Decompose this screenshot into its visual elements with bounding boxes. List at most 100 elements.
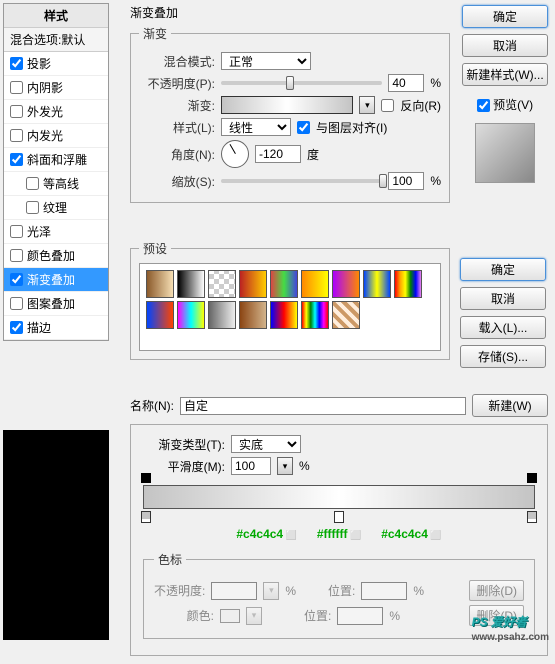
preset-swatch[interactable] xyxy=(146,270,174,298)
preset-swatch[interactable] xyxy=(239,270,267,298)
stop-opacity-input[interactable] xyxy=(211,582,257,600)
stop-color-swatch[interactable] xyxy=(220,609,240,623)
sidebar-item-label: 内发光 xyxy=(27,127,63,144)
preset-swatch[interactable] xyxy=(239,301,267,329)
smoothness-label: 平滑度(M): xyxy=(139,458,225,475)
color-stop[interactable] xyxy=(527,511,537,523)
gradient-fieldset: 渐变 混合模式: 正常 不透明度(P): % 渐变: 反向(R) 样式(L): … xyxy=(130,25,450,203)
new-button[interactable]: 新建(W) xyxy=(472,394,548,417)
sidebar-checkbox[interactable] xyxy=(10,105,23,118)
preset-swatch[interactable] xyxy=(301,270,329,298)
color-stop[interactable] xyxy=(334,511,344,523)
opacity-slider[interactable] xyxy=(221,81,382,85)
gradient-preview[interactable] xyxy=(221,96,353,114)
preset-swatch[interactable] xyxy=(270,270,298,298)
sidebar-item-label: 内阴影 xyxy=(27,79,63,96)
load-button[interactable]: 载入(L)... xyxy=(460,316,546,339)
preset-swatch[interactable] xyxy=(332,270,360,298)
sidebar-checkbox[interactable] xyxy=(10,273,23,286)
save-button[interactable]: 存储(S)... xyxy=(460,345,546,368)
preset-swatch[interactable] xyxy=(208,301,236,329)
preset-swatch[interactable] xyxy=(301,301,329,329)
angle-dial[interactable] xyxy=(221,140,249,168)
delete-button[interactable]: 删除(D) xyxy=(469,580,524,601)
stop-opacity-dropdown-icon[interactable] xyxy=(263,582,279,600)
preset-swatch[interactable] xyxy=(363,270,391,298)
pct3: % xyxy=(389,609,400,623)
grad-type-select[interactable]: 实底 xyxy=(231,435,301,453)
opacity-input[interactable] xyxy=(388,74,424,92)
sidebar-checkbox[interactable] xyxy=(10,297,23,310)
stop-pos-label2: 位置: xyxy=(304,607,331,624)
preset-swatch[interactable] xyxy=(394,270,422,298)
sidebar-item-10[interactable]: 图案叠加 xyxy=(4,292,108,316)
presets-cancel-button[interactable]: 取消 xyxy=(460,287,546,310)
cancel-button[interactable]: 取消 xyxy=(462,34,548,57)
sidebar-checkbox[interactable] xyxy=(10,81,23,94)
opacity-stop[interactable] xyxy=(527,473,537,483)
align-label: 与图层对齐(I) xyxy=(316,119,387,136)
sidebar-item-9[interactable]: 渐变叠加 xyxy=(4,268,108,292)
sidebar-item-1[interactable]: 内阴影 xyxy=(4,76,108,100)
preview-checkbox[interactable] xyxy=(477,99,490,112)
sidebar-checkbox[interactable] xyxy=(10,225,23,238)
sidebar-item-4[interactable]: 斜面和浮雕 xyxy=(4,148,108,172)
opacity-stop[interactable] xyxy=(141,473,151,483)
sidebar-checkbox[interactable] xyxy=(10,57,23,70)
stop-pos-input2[interactable] xyxy=(337,607,383,625)
smoothness-input[interactable] xyxy=(231,457,271,475)
sidebar-item-label: 投影 xyxy=(27,55,51,72)
ok-button[interactable]: 确定 xyxy=(462,5,548,28)
sidebar-item-7[interactable]: 光泽 xyxy=(4,220,108,244)
stop-pos-input[interactable] xyxy=(361,582,407,600)
sidebar-checkbox[interactable] xyxy=(26,177,39,190)
presets-ok-button[interactable]: 确定 xyxy=(460,258,546,281)
reverse-checkbox[interactable] xyxy=(381,99,394,112)
gradient-dropdown-icon[interactable] xyxy=(359,96,375,114)
style-select[interactable]: 线性 xyxy=(221,118,291,136)
scale-slider[interactable] xyxy=(221,179,382,183)
preset-swatch[interactable] xyxy=(270,301,298,329)
grad-type-label: 渐变类型(T): xyxy=(139,436,225,453)
stops-legend: 色标 xyxy=(154,551,186,568)
preset-swatch[interactable] xyxy=(332,301,360,329)
color-stop[interactable] xyxy=(141,511,151,523)
blend-mode-select[interactable]: 正常 xyxy=(221,52,311,70)
sidebar-item-3[interactable]: 内发光 xyxy=(4,124,108,148)
sidebar-checkbox[interactable] xyxy=(10,153,23,166)
sidebar-item-label: 纹理 xyxy=(43,199,67,216)
sidebar-checkbox[interactable] xyxy=(10,249,23,262)
sidebar-item-6[interactable]: 纹理 xyxy=(4,196,108,220)
black-preview-area xyxy=(3,430,109,640)
new-style-button[interactable]: 新建样式(W)... xyxy=(462,63,548,86)
sidebar-item-8[interactable]: 颜色叠加 xyxy=(4,244,108,268)
gradient-label: 渐变: xyxy=(139,97,215,114)
preset-swatch[interactable] xyxy=(208,270,236,298)
blend-mode-label: 混合模式: xyxy=(139,53,215,70)
preset-swatch[interactable] xyxy=(146,301,174,329)
sidebar-item-label: 描边 xyxy=(27,319,51,336)
stop-color-dropdown-icon[interactable] xyxy=(246,607,262,625)
preset-swatch[interactable] xyxy=(177,270,205,298)
gradient-bar[interactable] xyxy=(143,485,535,509)
opacity-label: 不透明度(P): xyxy=(139,75,215,92)
sidebar-item-label: 渐变叠加 xyxy=(27,271,75,288)
smoothness-dropdown-icon[interactable] xyxy=(277,457,293,475)
angle-input[interactable] xyxy=(255,145,301,163)
main-panel: 渐变叠加 渐变 混合模式: 正常 不透明度(P): % 渐变: 反向(R) 样式… xyxy=(130,0,450,211)
name-input[interactable] xyxy=(180,397,466,415)
color-hex: #ffffff xyxy=(317,527,361,541)
sidebar-item-2[interactable]: 外发光 xyxy=(4,100,108,124)
sidebar-item-5[interactable]: 等高线 xyxy=(4,172,108,196)
scale-input[interactable] xyxy=(388,172,424,190)
panel-title: 渐变叠加 xyxy=(130,0,450,25)
sidebar-checkbox[interactable] xyxy=(10,129,23,142)
sidebar-checkbox[interactable] xyxy=(10,321,23,334)
align-checkbox[interactable] xyxy=(297,121,310,134)
sidebar-item-0[interactable]: 投影 xyxy=(4,52,108,76)
sidebar-subtitle[interactable]: 混合选项:默认 xyxy=(4,28,108,52)
sidebar-checkbox[interactable] xyxy=(26,201,39,214)
preset-swatch[interactable] xyxy=(177,301,205,329)
sidebar-item-11[interactable]: 描边 xyxy=(4,316,108,340)
styles-sidebar: 样式 混合选项:默认 投影内阴影外发光内发光斜面和浮雕等高线纹理光泽颜色叠加渐变… xyxy=(3,3,109,341)
